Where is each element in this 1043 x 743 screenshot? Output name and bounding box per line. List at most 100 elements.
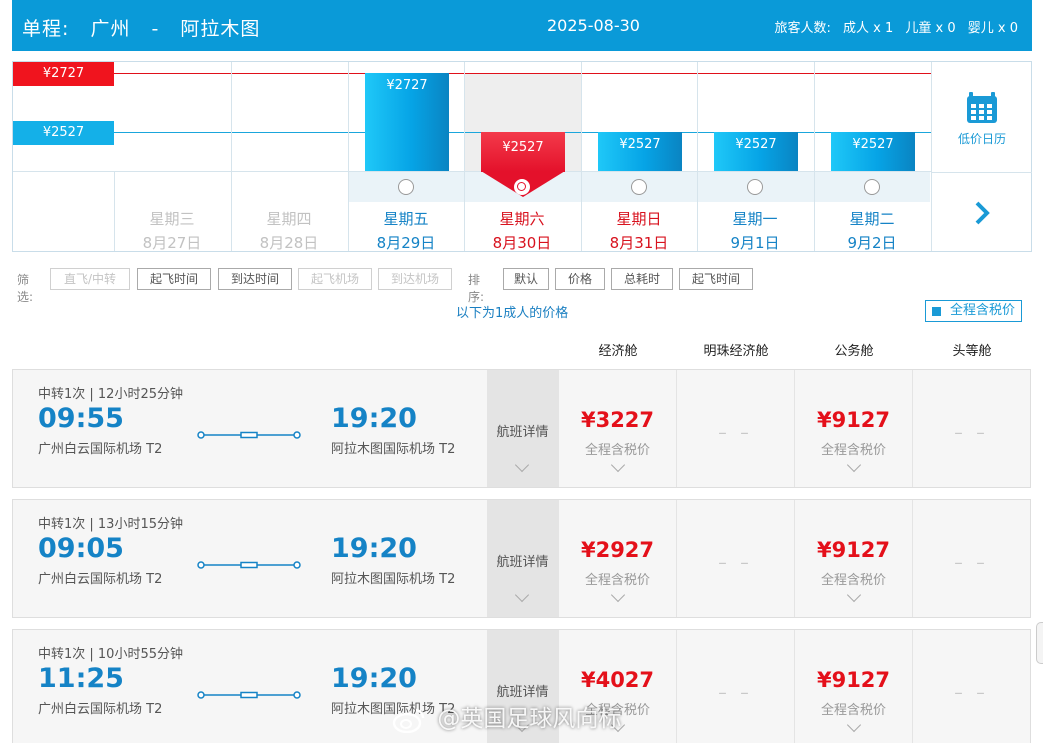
weibo-logo-icon	[392, 708, 425, 733]
calendar-day[interactable]: 星期六 8月30日	[464, 207, 580, 255]
calendar-day: 星期四 8月28日	[231, 207, 347, 255]
day-weekday: 星期四	[266, 210, 312, 228]
stops-duration: 中转1次 | 13小时15分钟	[38, 517, 183, 532]
fare-cell[interactable]: – –	[676, 500, 793, 617]
fare-tax-note: 全程含税价	[820, 573, 886, 588]
flight-row[interactable]: 中转1次 | 12小时25分钟 09:55 广州白云国际机场 T2 19:20 阿拉木图…	[12, 369, 1031, 488]
price-basis-note: 以下为1成人的价格	[456, 306, 569, 321]
date-radio[interactable]	[747, 179, 763, 195]
flight-details-label: 航班详情	[496, 555, 549, 570]
price-bar[interactable]: ¥2727	[365, 73, 449, 171]
fare-cell[interactable]: ¥3227 全程含税价	[558, 370, 675, 487]
arrival-time: 19:20	[331, 663, 417, 694]
calendar-side-panel: 低价日历	[931, 62, 1032, 251]
day-date: 9月2日	[847, 234, 897, 252]
checkbox-icon	[932, 307, 941, 316]
high-price-line	[114, 73, 931, 74]
fare-unavailable: – –	[718, 423, 753, 443]
sort-button[interactable]: 起飞时间	[679, 268, 753, 290]
day-date: 8月28日	[259, 234, 319, 252]
calendar-day[interactable]: 星期二 9月2日	[814, 207, 930, 255]
calendar-day: 星期三 8月27日	[114, 207, 230, 255]
date-radio[interactable]	[631, 179, 647, 195]
trip-type: 单程:	[22, 18, 70, 40]
cabin-header: 明珠经济舱	[703, 344, 769, 359]
flight-details-button[interactable]: 航班详情	[487, 370, 558, 487]
destination-city: 阿拉木图	[180, 18, 261, 40]
calendar-day[interactable]: 星期一 9月1日	[697, 207, 813, 255]
flight-details-label: 航班详情	[496, 425, 549, 440]
fare-cell[interactable]: ¥9127 全程含税价	[794, 370, 911, 487]
calendar-day[interactable]: 星期五 8月29日	[348, 207, 464, 255]
stops-duration: 中转1次 | 12小时25分钟	[38, 387, 183, 402]
filter-button[interactable]: 到达时间	[218, 268, 292, 290]
price-bar[interactable]: ¥2527	[714, 132, 798, 171]
fare-unavailable: – –	[718, 683, 753, 703]
filter-button[interactable]: 起飞机场	[298, 268, 372, 290]
fare-price: ¥3227	[580, 408, 655, 432]
day-date: 8月27日	[142, 234, 202, 252]
calendar-day[interactable]: 星期日 8月31日	[581, 207, 697, 255]
departure-airport: 广州白云国际机场 T2	[38, 702, 163, 717]
chevron-down-icon	[514, 457, 530, 473]
sort-button[interactable]: 总耗时	[611, 268, 673, 290]
fare-unavailable: – –	[954, 683, 989, 703]
fare-tax-note: 全程含税价	[584, 443, 650, 458]
flight-details-button[interactable]: 航班详情	[487, 500, 558, 617]
tax-inclusive-toggle[interactable]: 全程含税价	[925, 300, 1022, 322]
fare-cell[interactable]: – –	[912, 370, 1030, 487]
day-date: 8月30日	[492, 234, 552, 252]
filter-button[interactable]: 直飞/中转	[50, 268, 130, 290]
date-radio[interactable]	[398, 179, 414, 195]
filter-button[interactable]: 到达机场	[378, 268, 452, 290]
flight-row[interactable]: 中转1次 | 13小时15分钟 09:05 广州白云国际机场 T2 19:20 阿拉木图…	[12, 499, 1031, 618]
departure-time: 11:25	[38, 663, 124, 694]
child-count: 儿童 x 0	[905, 21, 956, 36]
fare-unavailable: – –	[954, 423, 989, 443]
route-separator: -	[151, 18, 160, 40]
fare-price: ¥4027	[580, 668, 655, 692]
departure-time: 09:05	[38, 533, 124, 564]
cabin-header: 公务舱	[834, 344, 874, 359]
chevron-down-icon	[514, 587, 530, 603]
fare-cell[interactable]: – –	[676, 630, 793, 743]
day-weekday: 星期二	[849, 210, 895, 228]
stops-duration: 中转1次 | 10小时55分钟	[38, 647, 183, 662]
fare-price: ¥9127	[816, 408, 891, 432]
fare-cell[interactable]: – –	[912, 630, 1030, 743]
fare-price: ¥2927	[580, 538, 655, 562]
date-radio[interactable]	[514, 179, 530, 195]
price-bar[interactable]: ¥2527	[598, 132, 682, 171]
day-weekday: 星期六	[499, 210, 545, 228]
price-bar[interactable]: ¥2527	[831, 132, 915, 171]
route-line-icon	[197, 685, 301, 699]
fare-cell[interactable]: ¥9127 全程含税价	[794, 500, 911, 617]
sort-button[interactable]: 默认	[503, 268, 549, 290]
high-price-tag: ¥2727	[13, 62, 114, 86]
tax-toggle-label: 全程含税价	[950, 303, 1016, 318]
cabin-header: 经济舱	[598, 344, 638, 359]
fare-cell[interactable]: – –	[676, 370, 793, 487]
day-weekday: 星期一	[732, 210, 778, 228]
departure-time: 09:55	[38, 403, 124, 434]
flight-details-label: 航班详情	[496, 685, 549, 700]
low-price-calendar-link[interactable]: 低价日历	[932, 90, 1032, 147]
day-weekday: 星期日	[616, 210, 662, 228]
next-dates-button[interactable]	[932, 172, 1032, 251]
route-line-icon	[197, 425, 301, 439]
filter-button[interactable]: 起飞时间	[137, 268, 211, 290]
infant-count: 婴儿 x 0	[967, 21, 1018, 36]
date-radio[interactable]	[864, 179, 880, 195]
sort-button[interactable]: 价格	[555, 268, 605, 290]
day-weekday: 星期五	[383, 210, 429, 228]
arrival-time: 19:20	[331, 533, 417, 564]
fare-cell[interactable]: ¥9127 全程含税价	[794, 630, 911, 743]
scrollbar-handle[interactable]	[1036, 622, 1043, 664]
route-line-icon	[197, 555, 301, 569]
passenger-summary: 旅客人数: 成人 x 1 儿童 x 0 婴儿 x 0	[766, 17, 1018, 36]
fare-cell[interactable]: ¥2927 全程含税价	[558, 500, 675, 617]
price-bar-selected[interactable]: ¥2527	[481, 132, 565, 172]
chevron-down-icon	[610, 587, 626, 603]
fare-cell[interactable]: – –	[912, 500, 1030, 617]
day-date: 9月1日	[730, 234, 780, 252]
